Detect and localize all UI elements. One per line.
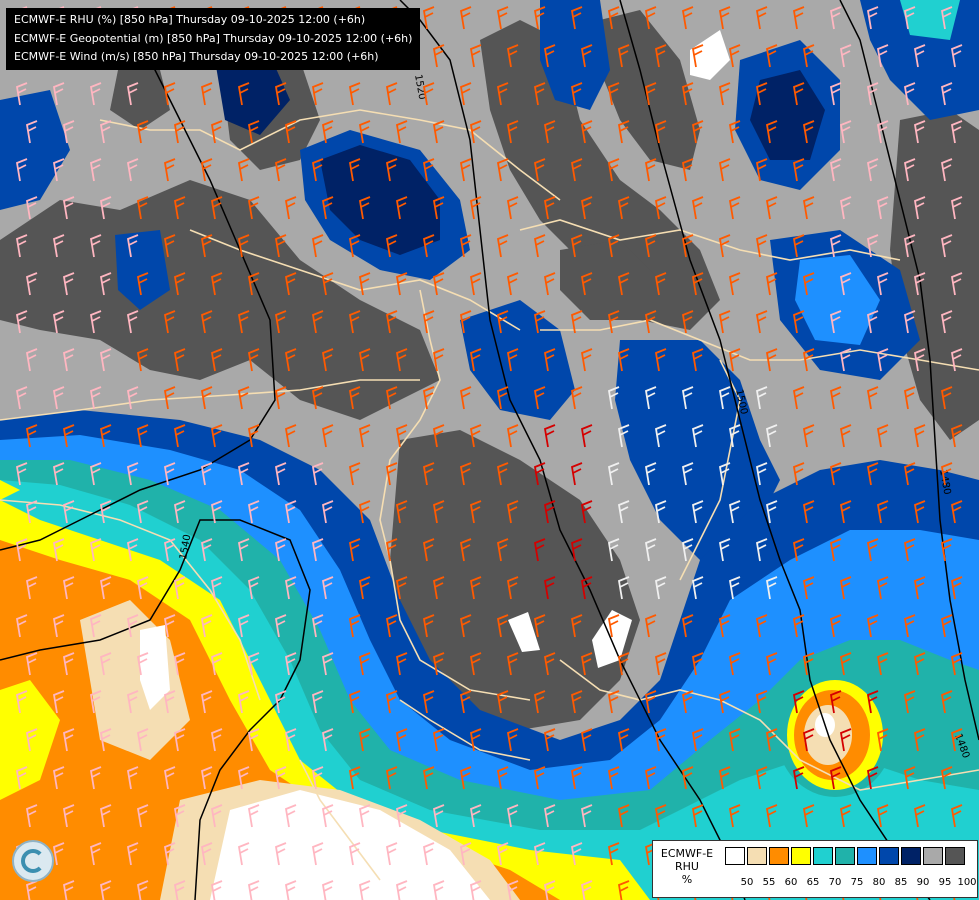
legend-swatch-80 [857,847,877,865]
title-wind: ECMWF-E Wind (m/s) [850 hPa] Thursday 09… [14,50,379,63]
legend-tick-80: 80 [872,877,886,888]
weather-map: 1520 1540 1500 1480 1480 [0,0,979,900]
legend-tick-60: 60 [784,877,798,888]
legend-variable: RHU [675,860,699,873]
legend-swatches [725,847,967,865]
title-geopotential: ECMWF-E Geopotential (m) [850 hPa] Thurs… [14,31,413,45]
legend-swatch-100 [945,847,965,865]
legend-swatch-70 [813,847,833,865]
legend-swatch-95 [923,847,943,865]
legend-tick-55: 55 [762,877,776,888]
legend-tick-90: 90 [916,877,930,888]
legend-tick-70: 70 [828,877,842,888]
legend-tick-50: 50 [740,877,754,888]
title-rhu: ECMWF-E RHU (%) [850 hPa] Thursday 09-10… [14,13,366,26]
legend-swatch-65 [791,847,811,865]
legend-tick-85: 85 [894,877,908,888]
legend-swatch-85 [879,847,899,865]
legend-swatch-55 [747,847,767,865]
legend-swatch-50 [725,847,745,865]
legend-tick-95: 95 [938,877,952,888]
ecmwf-logo-icon [12,840,54,882]
legend-label: ECMWF-E RHU % [655,847,719,886]
legend-tick-100: 100 [957,877,977,888]
legend-swatch-90 [901,847,921,865]
legend-tick-65: 65 [806,877,820,888]
legend-model: ECMWF-E [660,847,714,860]
legend-swatch-75 [835,847,855,865]
legend-unit: % [681,873,693,886]
title-box: ECMWF-E RHU (%) [850 hPa] Thursday 09-10… [6,8,421,70]
legend-ticks: 50 55 60 65 70 75 80 85 90 95 100 [736,877,978,888]
rhu-legend: ECMWF-E RHU % 50 55 60 65 70 75 80 85 90 95 100 [652,840,978,898]
legend-swatch-60 [769,847,789,865]
legend-tick-75: 75 [850,877,864,888]
